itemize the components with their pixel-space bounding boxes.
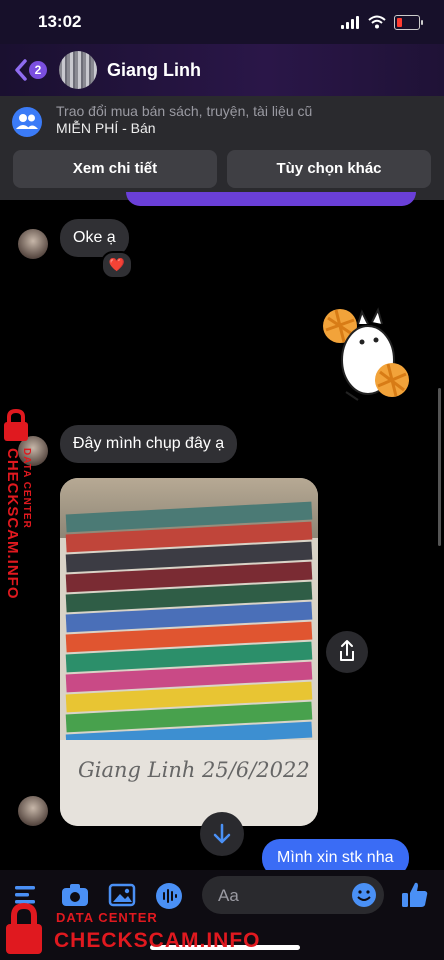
handwritten-note: Giang Linh 25/6/2022	[78, 758, 310, 782]
status-time: 13:02	[38, 12, 82, 31]
padlock-icon	[4, 408, 28, 441]
camera-icon[interactable]	[60, 882, 90, 908]
heart-reaction-icon[interactable]: ❤️	[101, 251, 133, 279]
unread-badge: 2	[29, 61, 47, 79]
emoji-icon[interactable]	[351, 882, 377, 908]
avatar[interactable]	[59, 51, 97, 89]
watermark-label-vertical: DATA CENTER	[21, 448, 32, 529]
padlock-icon	[6, 902, 42, 954]
watermark-label: DATA CENTER	[56, 910, 158, 925]
sticker-cheer-icon[interactable]	[318, 298, 414, 416]
incoming-message[interactable]: Đây mình chụp đây ạ	[60, 425, 238, 463]
contact-name[interactable]: Giang Linh	[107, 60, 201, 81]
photo-message[interactable]: Giang Linh 25/6/2022	[60, 478, 318, 826]
signal-icon	[341, 16, 361, 29]
marketplace-title: Trao đổi mua bán sách, truyện, tài liệu …	[56, 103, 313, 119]
previous-message-bubble	[126, 192, 416, 206]
watermark-site: CHECKSCAM.INFO	[54, 929, 261, 952]
paper-note	[60, 740, 318, 826]
gallery-icon[interactable]	[108, 882, 136, 908]
book-stack	[65, 501, 313, 751]
battery-icon	[394, 15, 423, 30]
watermark-site-vertical: CHECKSCAM.INFO	[4, 448, 21, 600]
message-input-placeholder: Aa	[218, 886, 239, 905]
view-details-button[interactable]: Xem chi tiết	[13, 150, 217, 188]
like-icon[interactable]	[400, 880, 430, 910]
more-options-button[interactable]: Tùy chọn khác	[227, 150, 431, 188]
scrollbar[interactable]	[438, 388, 441, 546]
scroll-down-arrow-icon[interactable]	[200, 812, 244, 856]
marketplace-subtitle: MIỄN PHÍ - Bán	[56, 120, 156, 136]
avatar[interactable]	[18, 796, 48, 826]
voice-icon[interactable]	[155, 882, 183, 910]
avatar[interactable]	[18, 229, 48, 259]
share-icon[interactable]	[326, 631, 368, 673]
group-icon	[12, 107, 42, 137]
wifi-icon	[368, 15, 386, 29]
